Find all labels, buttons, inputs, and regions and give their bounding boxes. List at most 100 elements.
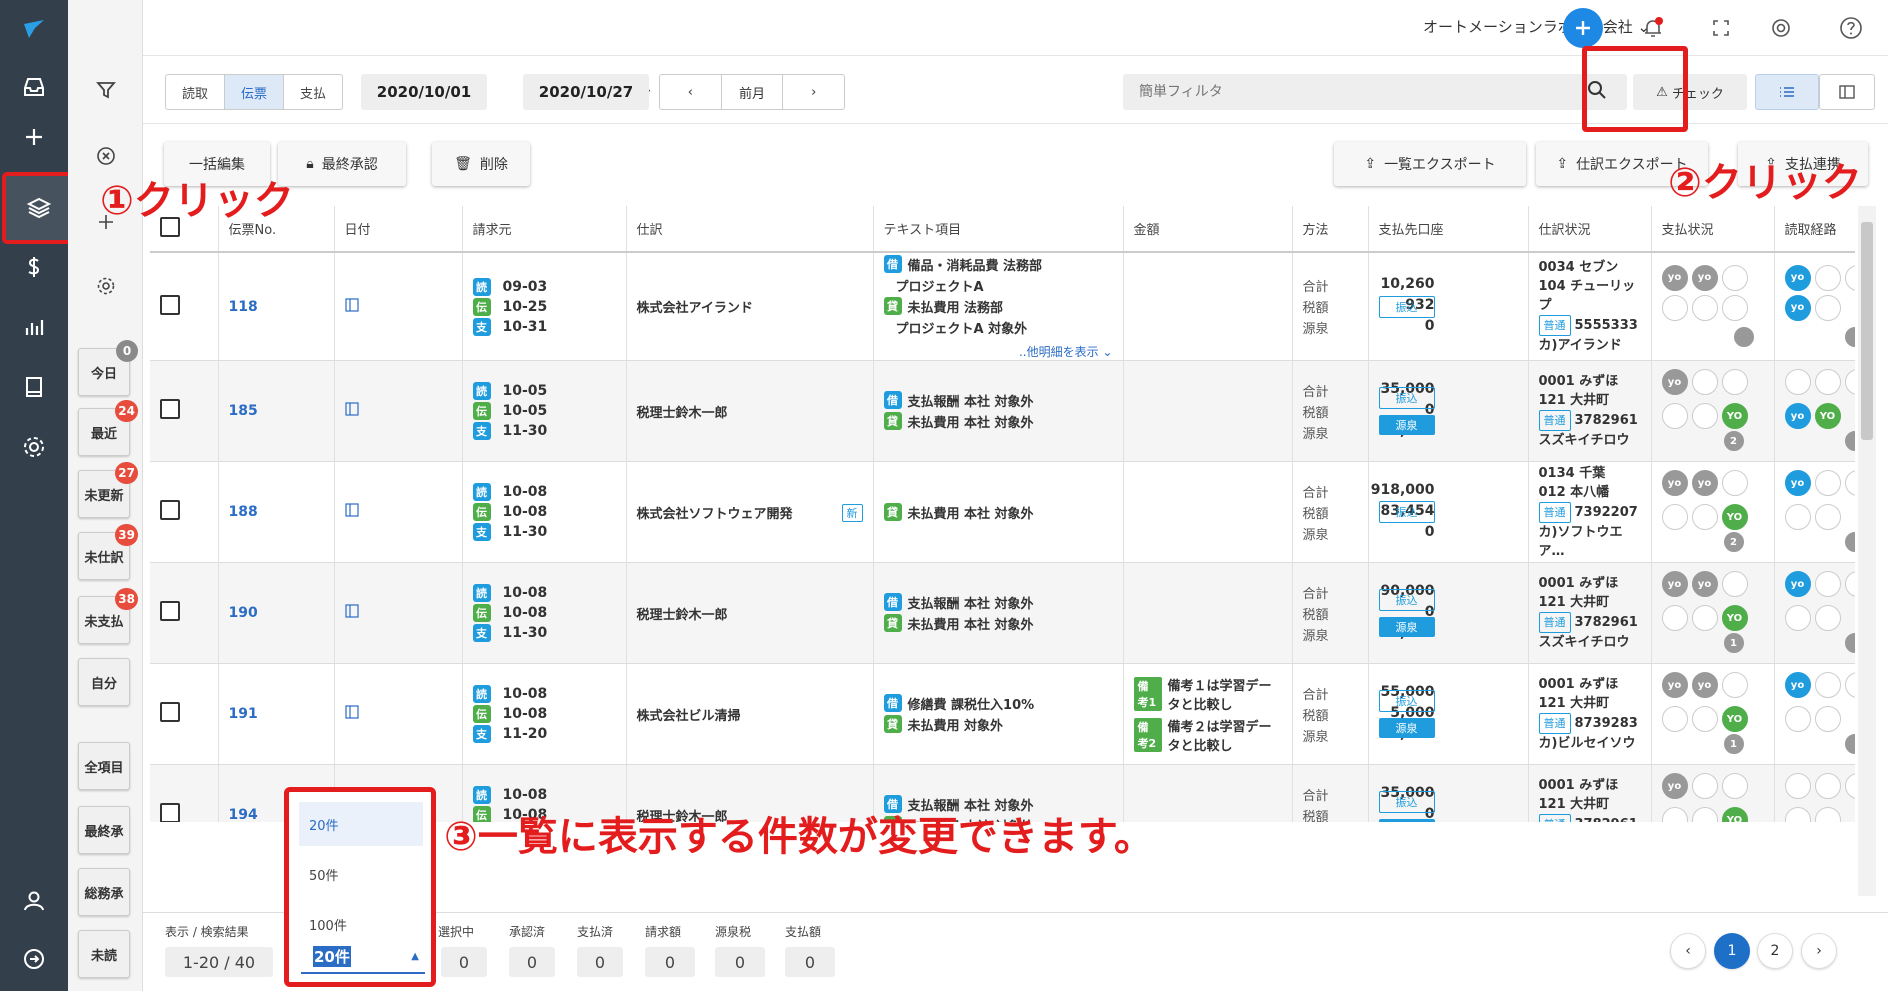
company-switcher[interactable]: オートメーションラボ株式会社 ⌄ [1423,16,1650,37]
side-panel-icon[interactable] [344,503,359,517]
quick-filter-button[interactable]: 総務承 [78,868,130,916]
delete-button[interactable]: 🗑︎ 削除 [432,142,530,186]
split-view-button[interactable] [1819,74,1875,110]
prev-month-button[interactable]: 前月 [722,75,784,109]
table-row[interactable]: 188 読 10-08 伝 10-08 支 11-30 株式会社ソフトウェア開発 新 貸未払費用 … [150,461,1855,563]
voucher-link[interactable]: 118 [229,299,258,315]
tab-read[interactable]: 読取 [166,75,226,109]
voucher-link[interactable]: 188 [229,504,258,520]
row-checkbox[interactable] [160,803,180,822]
journal-text: 未払費用 法務部 [907,301,1004,316]
quick-filter-button[interactable]: 全項目 [78,742,130,790]
scrollbar-thumb[interactable] [1861,222,1873,440]
voucher-link[interactable]: 185 [229,403,258,419]
next-period-button[interactable]: › [783,75,844,109]
page-size-option[interactable]: 20件 [299,802,423,846]
account-number: 7392207 [1574,504,1638,520]
page-button[interactable]: 2 [1757,933,1793,969]
column-header[interactable]: 仕訳 [626,206,874,253]
side-panel-icon[interactable] [344,402,359,416]
prev-period-button[interactable]: ‹ [660,75,722,109]
next-page-button[interactable]: › [1801,933,1837,969]
logout-nav[interactable] [0,934,68,984]
settings-nav[interactable] [0,422,68,472]
voucher-link[interactable]: 191 [229,706,258,722]
status-circle [1721,672,1748,698]
page-button[interactable]: 1 [1714,933,1750,969]
page-size-option[interactable]: 50件 [299,852,423,896]
vouchers-nav[interactable] [2,172,76,244]
total-label: 合計 [1302,788,1329,804]
row-checkbox[interactable] [160,601,180,621]
table-row[interactable]: 118 読 09-03 伝 10-25 支 10-31 株式会社アイランド 借備品・消耗品費 法… [150,252,1855,361]
row-checkbox[interactable] [160,500,180,520]
voucher-link[interactable]: 190 [229,605,258,621]
side-panel-icon[interactable] [344,297,359,312]
create-button[interactable] [1563,8,1603,48]
quick-filter-button[interactable]: 自分 [78,658,130,706]
tab-payment[interactable]: 支払 [284,75,342,109]
page-size-dropdown[interactable]: 20件 50件 100件 20件 ▲ [284,787,436,987]
expand-cell [334,360,463,462]
voucher-link[interactable]: 194 [229,807,258,822]
filter-settings-button[interactable] [68,266,143,306]
column-header[interactable]: 支払先口座 [1368,206,1529,253]
date-line: 読 10-08 [472,483,616,501]
search-input[interactable] [1123,74,1627,110]
method-badge: 源泉 [1378,718,1435,738]
side-panel-icon[interactable] [344,604,359,618]
date-from-field[interactable]: 2020/10/01 [361,74,487,110]
side-panel-icon[interactable] [344,705,359,719]
status-circle [1784,504,1811,530]
quick-filter-button[interactable]: 未支払 38 [78,588,138,644]
table-row[interactable]: 185 読 10-05 伝 10-05 支 11-30 税理士鈴木一郎 借支払報酬 本社 対象外… [150,360,1855,462]
payments-nav[interactable] [0,242,68,292]
column-header[interactable]: 請求元 [462,206,627,253]
tab-voucher[interactable]: 伝票 [225,75,285,109]
inbox-nav[interactable] [0,62,68,112]
quick-filter-label: 最近 [90,426,117,442]
show-more-link[interactable]: ..他明細を表示 ⌄ [884,343,1113,360]
quick-filter-button[interactable]: 今日 0 [78,340,138,396]
column-header[interactable]: 金額 [1123,206,1293,253]
quick-filter-button[interactable]: 未読 [78,930,130,978]
final-approve-button[interactable]: 🔒︎ 最終承認 [278,142,406,186]
table-row[interactable]: 190 読 10-08 伝 10-08 支 11-30 税理士鈴木一郎 借支払報酬 本社 対象外… [150,562,1855,664]
help-button[interactable] [1833,10,1869,46]
column-header[interactable]: 支払状況 [1651,206,1775,253]
quick-filter-button[interactable]: 最近 24 [78,400,138,456]
page-size-select[interactable]: 20件 ▲ [301,940,425,974]
status-circle [1844,326,1855,347]
list-view-button[interactable] [1755,74,1819,110]
row-checkbox[interactable] [160,702,180,722]
add-nav[interactable] [0,112,68,162]
prev-page-button[interactable]: ‹ [1670,933,1706,969]
column-header[interactable]: テキスト項目 [873,206,1124,253]
quick-filter-label: 自分 [90,676,117,692]
fullscreen-button[interactable] [1703,10,1739,46]
notifications-button[interactable] [1635,10,1671,46]
support-button[interactable] [1763,10,1799,46]
quick-filter-button[interactable]: 未更新 27 [78,462,138,518]
column-header[interactable]: 日付 [334,206,463,253]
bank-account: 0001 みずほ 121 大井町普通3782961スズキイチロウ [1538,776,1641,822]
reports-nav[interactable] [0,302,68,352]
quick-filter-button[interactable]: 最終承 [78,806,130,854]
user-nav[interactable] [0,876,68,926]
filter-button[interactable] [68,70,143,110]
table-row[interactable]: 191 読 10-08 伝 10-08 支 11-20 株式会社ビル清掃 借修繕費 課税仕入10… [150,663,1855,765]
column-header[interactable]: 読取経路 [1774,206,1855,253]
date-to-field[interactable]: 2020/10/27 [523,74,649,110]
stat-value: 0 [509,947,555,977]
quick-filter-button[interactable]: 未仕訳 39 [78,524,138,580]
row-checkbox[interactable] [160,399,180,419]
column-header[interactable]: 仕訳状況 [1528,206,1652,253]
chevron-right-icon: › [811,84,817,100]
books-nav[interactable] [0,362,68,412]
row-checkbox[interactable] [160,294,180,315]
export-list-button[interactable]: ⇪ 一覧エクスポート [1334,142,1526,186]
app-logo[interactable] [0,4,68,54]
status-circle: yo [1784,571,1811,597]
debit-credit-tag: 貸 [883,502,902,521]
column-header[interactable]: 方法 [1292,206,1369,253]
